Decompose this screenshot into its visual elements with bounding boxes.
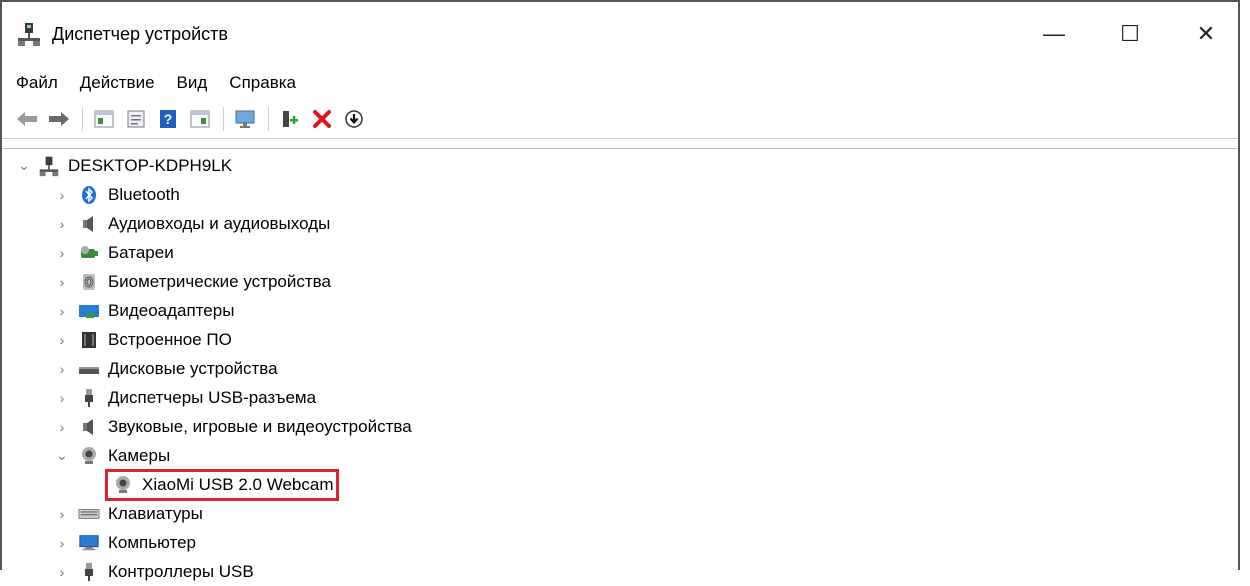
- device-manager-icon: [16, 21, 42, 47]
- chevron-right-icon[interactable]: ›: [54, 187, 70, 203]
- add-device-icon[interactable]: [277, 106, 303, 132]
- chevron-right-icon[interactable]: ›: [54, 303, 70, 319]
- chevron-right-icon[interactable]: ›: [54, 245, 70, 261]
- usb-plug-icon: [78, 561, 100, 583]
- tree-root-row[interactable]: ⌄ DESKTOP-KDPH9LK: [16, 151, 232, 180]
- bluetooth-icon: [78, 184, 100, 206]
- properties-grid-icon[interactable]: [91, 106, 117, 132]
- tree-item-disk-drives[interactable]: › Дисковые устройства: [54, 354, 278, 383]
- help-icon[interactable]: ?: [155, 106, 181, 132]
- view-icon[interactable]: [187, 106, 213, 132]
- chevron-right-icon[interactable]: ›: [54, 332, 70, 348]
- highlight-box: XiaoMi USB 2.0 Webcam: [105, 468, 340, 501]
- tree-item-label: Клавиатуры: [108, 503, 203, 523]
- webcam-icon: [78, 445, 100, 467]
- chevron-right-icon[interactable]: ›: [54, 535, 70, 551]
- remove-icon[interactable]: [309, 106, 335, 132]
- menu-view[interactable]: Вид: [177, 73, 208, 93]
- tree-item-label: Встроенное ПО: [108, 329, 232, 349]
- minimize-button[interactable]: —: [1022, 2, 1086, 66]
- tree-item-keyboards[interactable]: › Клавиатуры: [54, 499, 203, 528]
- document-icon[interactable]: [123, 106, 149, 132]
- computer-icon: [78, 532, 100, 554]
- tree-item-xiaomi-webcam[interactable]: XiaoMi USB 2.0 Webcam: [105, 468, 340, 501]
- toolbar: ?: [2, 100, 1238, 139]
- toolbar-separator: [223, 107, 224, 131]
- display-adapter-icon: [78, 300, 100, 322]
- battery-icon: [78, 242, 100, 264]
- chevron-right-icon[interactable]: ›: [54, 390, 70, 406]
- tree-item-label: Дисковые устройства: [108, 358, 278, 378]
- tree-item-audio-io[interactable]: › Аудиовходы и аудиовыходы: [54, 209, 331, 238]
- menu-file[interactable]: Файл: [16, 73, 58, 93]
- maximize-button[interactable]: ☐: [1098, 2, 1162, 66]
- tree-item-sound-video[interactable]: › Звуковые, игровые и видеоустройства: [54, 412, 412, 441]
- back-icon[interactable]: [14, 106, 40, 132]
- tree-item-cameras[interactable]: ⌄ Камеры: [54, 441, 170, 470]
- forward-icon[interactable]: [46, 106, 72, 132]
- menu-bar: Файл Действие Вид Справка: [2, 66, 1238, 100]
- fingerprint-icon: [78, 271, 100, 293]
- chevron-right-icon[interactable]: ›: [54, 419, 70, 435]
- speaker-icon: [78, 213, 100, 235]
- tree-item-firmware[interactable]: › Встроенное ПО: [54, 325, 232, 354]
- webcam-icon: [112, 474, 134, 496]
- tree-item-label: Аудиовходы и аудиовыходы: [108, 213, 331, 233]
- chevron-right-icon[interactable]: ›: [54, 506, 70, 522]
- toolbar-separator: [82, 107, 83, 131]
- tree-item-label: Батареи: [108, 242, 174, 262]
- svg-text:?: ?: [164, 111, 173, 127]
- device-tree: ⌄ DESKTOP-KDPH9LK › Bluetooth › Аудиовхо…: [2, 148, 1238, 581]
- chevron-down-icon[interactable]: ⌄: [16, 157, 32, 174]
- monitor-icon[interactable]: [232, 106, 258, 132]
- chevron-right-icon[interactable]: ›: [54, 564, 70, 580]
- tree-item-label: Звуковые, игровые и видеоустройства: [108, 416, 412, 436]
- speaker-icon: [78, 416, 100, 438]
- computer-tree-icon: [38, 155, 60, 177]
- tree-item-display-adapters[interactable]: › Видеоадаптеры: [54, 296, 235, 325]
- tree-item-biometric[interactable]: › Биометрические устройства: [54, 267, 331, 296]
- toolbar-separator: [268, 107, 269, 131]
- download-icon[interactable]: [341, 106, 367, 132]
- tree-item-label: Камеры: [108, 445, 171, 465]
- title-bar: Диспетчер устройств — ☐ ✕: [2, 2, 1238, 66]
- window-title: Диспетчер устройств: [52, 23, 228, 44]
- tree-item-usb-connectors[interactable]: › Диспетчеры USB-разъема: [54, 383, 316, 412]
- chevron-right-icon[interactable]: ›: [54, 274, 70, 290]
- chip-icon: [78, 329, 100, 351]
- tree-item-usb-controllers[interactable]: › Контроллеры USB: [54, 557, 254, 586]
- tree-item-label: Диспетчеры USB-разъема: [108, 387, 317, 407]
- tree-item-label: Компьютер: [108, 532, 196, 552]
- close-button[interactable]: ✕: [1174, 2, 1238, 66]
- tree-item-bluetooth[interactable]: › Bluetooth: [54, 180, 180, 209]
- tree-item-label: Видеоадаптеры: [108, 300, 235, 320]
- tree-item-label: XiaoMi USB 2.0 Webcam: [142, 474, 334, 494]
- menu-action[interactable]: Действие: [80, 73, 155, 93]
- disk-icon: [78, 358, 100, 380]
- tree-item-label: Биометрические устройства: [108, 271, 331, 291]
- usb-plug-icon: [78, 387, 100, 409]
- chevron-right-icon[interactable]: ›: [54, 361, 70, 377]
- chevron-right-icon[interactable]: ›: [54, 216, 70, 232]
- tree-item-batteries[interactable]: › Батареи: [54, 238, 174, 267]
- tree-item-label: Bluetooth: [108, 184, 180, 204]
- keyboard-icon: [78, 503, 100, 525]
- tree-root-label: DESKTOP-KDPH9LK: [68, 155, 233, 175]
- menu-help[interactable]: Справка: [229, 73, 296, 93]
- chevron-down-icon[interactable]: ⌄: [54, 447, 70, 464]
- tree-item-computer[interactable]: › Компьютер: [54, 528, 196, 557]
- device-manager-window: Диспетчер устройств — ☐ ✕ Файл Действие …: [0, 0, 1240, 581]
- tree-item-label: Контроллеры USB: [108, 561, 254, 581]
